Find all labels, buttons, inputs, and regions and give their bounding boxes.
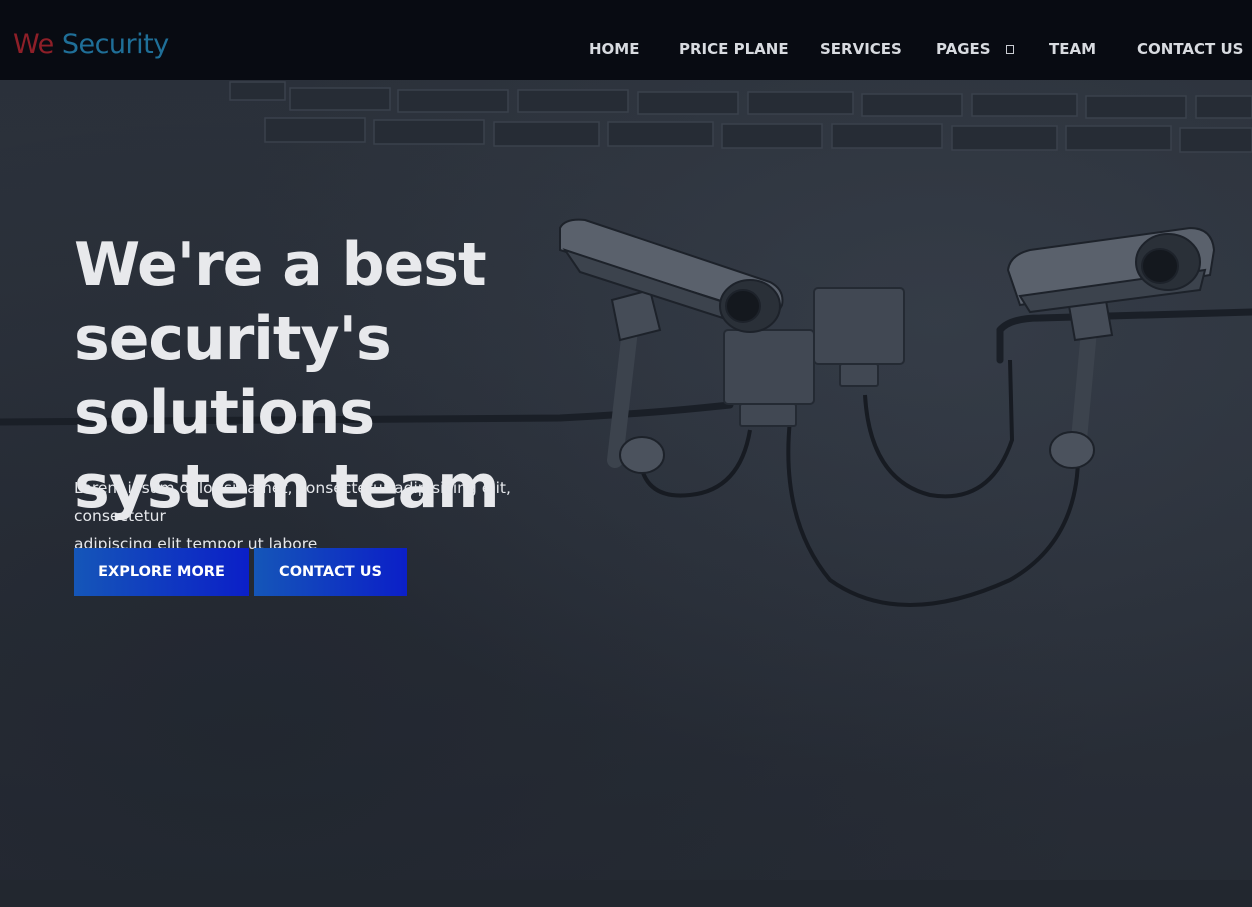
explore-more-button[interactable]: EXPLORE MORE	[74, 548, 249, 596]
hero-description-line-1: Lorem ipsum dolor sit amet, consectetur …	[74, 479, 511, 525]
hero-description: Lorem ipsum dolor sit amet, consectetur …	[74, 474, 594, 558]
nav-item-price-plane[interactable]: PRICE PLANE	[679, 38, 789, 60]
brand-logo-we: We	[13, 29, 54, 60]
cables	[638, 359, 1081, 607]
nav-item-home[interactable]: HOME	[589, 38, 639, 60]
hero-title-line-2: security's solutions	[74, 304, 392, 448]
navbar: We Security HOME PRICE PLANE SERVICES PA…	[0, 0, 1252, 80]
brand-logo-security: Security	[61, 29, 169, 60]
nav-item-pages[interactable]: PAGES	[936, 38, 991, 60]
nav-item-team[interactable]: TEAM	[1049, 38, 1096, 60]
nav-item-services[interactable]: SERVICES	[820, 38, 902, 60]
hero-title-line-1: We're a best	[74, 230, 487, 300]
brand-logo[interactable]: We Security	[13, 27, 169, 63]
page: We Security HOME PRICE PLANE SERVICES PA…	[0, 0, 1252, 907]
contact-us-button[interactable]: CONTACT US	[254, 548, 407, 596]
security-camera-right	[1006, 226, 1216, 469]
dropdown-caret-icon[interactable]	[1006, 45, 1014, 54]
nav-item-contact[interactable]: CONTACT US	[1137, 38, 1243, 60]
brick-wall	[229, 81, 1252, 153]
